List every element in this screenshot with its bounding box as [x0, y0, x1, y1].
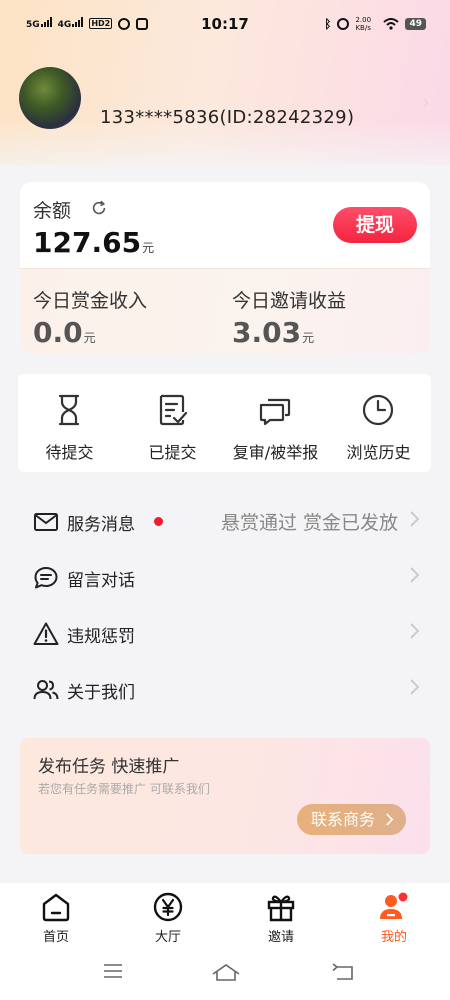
today-invite-label: 今日邀请收益	[232, 290, 347, 312]
chevron-right-icon	[386, 813, 394, 826]
home-nav-icon[interactable]	[211, 962, 241, 982]
bluetooth-icon: ᛒ	[324, 17, 332, 31]
chevron-right-icon	[410, 623, 420, 639]
clock-icon	[362, 394, 394, 426]
users-icon	[33, 680, 59, 700]
tab-hall[interactable]: 大厅	[112, 883, 224, 945]
tab-mine[interactable]: 我的	[338, 883, 450, 945]
balance-label: 余额	[33, 200, 72, 222]
gift-icon	[267, 895, 295, 922]
yen-icon	[153, 892, 183, 922]
back-icon[interactable]	[331, 962, 355, 982]
hourglass-icon	[58, 394, 80, 426]
avatar[interactable]	[19, 67, 81, 129]
chevron-right-icon	[410, 511, 420, 527]
menu-about-us[interactable]: 关于我们	[0, 662, 450, 718]
task-status-row: 待提交 已提交 复审/被举报 浏览历史	[18, 374, 431, 472]
balance-value: 127.65元	[33, 226, 155, 259]
service-message-preview: 悬赏通过 赏金已发放	[220, 512, 398, 534]
battery-indicator: 49	[405, 18, 426, 30]
unread-dot	[154, 517, 163, 526]
wifi-icon	[383, 18, 400, 30]
promo-subtitle: 若您有任务需要推广 可联系我们	[38, 782, 210, 796]
promo-card: 发布任务 快速推广 若您有任务需要推广 可联系我们 联系商务	[20, 738, 430, 854]
bottom-tab-bar: 首页 大厅 邀请 我的	[0, 883, 450, 945]
status-bar: 5G 4G HD2 10:17 ᛒ 2.00 KB/s 49	[0, 0, 450, 50]
document-check-icon	[159, 394, 188, 426]
browse-history-button[interactable]: 浏览历史	[327, 374, 430, 472]
refresh-icon[interactable]	[90, 199, 108, 217]
withdraw-button[interactable]: 提现	[333, 207, 417, 243]
system-navigation-bar	[0, 945, 450, 1000]
tab-home[interactable]: 首页	[0, 883, 112, 945]
today-bounty-value: 0.0元	[33, 316, 96, 349]
today-bounty-label: 今日赏金收入	[33, 290, 148, 312]
profile-chevron-icon[interactable]: ›	[422, 90, 430, 114]
network-speed: 2.00 KB/s	[355, 16, 372, 32]
menu-icon[interactable]	[102, 962, 124, 980]
chevron-right-icon	[410, 567, 420, 583]
promo-title: 发布任务 快速推广	[38, 757, 180, 777]
review-reported-button[interactable]: 复审/被举报	[224, 374, 327, 472]
user-id-label: 133****5836(ID:28242329)	[100, 107, 355, 128]
menu-message-dialog[interactable]: 留言对话	[0, 550, 450, 606]
menu-violation-penalty[interactable]: 违规惩罚	[0, 606, 450, 662]
profile-icon	[380, 892, 408, 919]
contact-business-button[interactable]: 联系商务	[297, 804, 406, 835]
chevron-right-icon	[410, 679, 420, 695]
menu-service-messages[interactable]: 服务消息 悬赏通过 赏金已发放	[0, 494, 450, 550]
chat-icon	[34, 567, 58, 589]
pending-submit-button[interactable]: 待提交	[18, 374, 121, 472]
alarm-icon	[337, 18, 350, 30]
warning-icon	[33, 622, 59, 645]
today-invite-value: 3.03元	[232, 316, 315, 349]
balance-card: 余额 127.65元 提现 今日赏金收入 0.0元 今日邀请收益 3.03元	[20, 182, 430, 354]
tab-invite[interactable]: 邀请	[225, 883, 337, 945]
mail-icon	[34, 513, 58, 531]
home-icon	[42, 893, 70, 922]
chat-bubbles-icon	[259, 398, 291, 426]
submitted-button[interactable]: 已提交	[121, 374, 224, 472]
